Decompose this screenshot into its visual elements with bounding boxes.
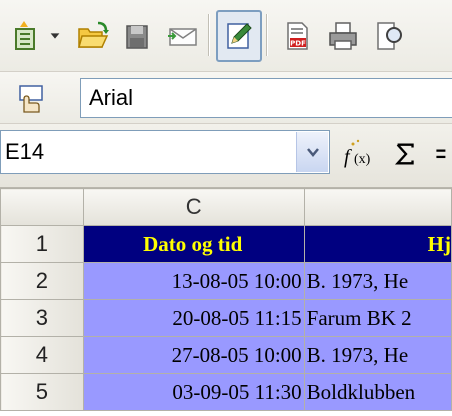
name-box[interactable]: E14 bbox=[0, 130, 330, 174]
function-button[interactable] bbox=[428, 134, 452, 174]
print-button[interactable] bbox=[320, 10, 366, 62]
sheet-table: C 1 Dato og tid Hj 2 13-08-05 10:00 B. 1… bbox=[0, 188, 452, 411]
sum-button[interactable] bbox=[386, 134, 426, 174]
save-button[interactable] bbox=[114, 10, 160, 62]
styles-button[interactable] bbox=[6, 74, 56, 122]
column-header-row: C bbox=[0, 188, 452, 226]
new-dropdown-button[interactable] bbox=[42, 10, 68, 62]
cell-c1[interactable]: Dato og tid bbox=[82, 225, 305, 263]
table-row: 2 13-08-05 10:00 B. 1973, He bbox=[0, 262, 452, 300]
email-icon bbox=[168, 28, 197, 46]
column-header-d[interactable] bbox=[303, 188, 452, 226]
cell-d1[interactable]: Hj bbox=[303, 225, 452, 263]
open-folder-icon bbox=[78, 21, 109, 48]
svg-text:PDF: PDF bbox=[290, 40, 306, 48]
edit-file-icon bbox=[227, 23, 252, 49]
print-icon bbox=[329, 22, 357, 50]
function-fx-icon: f (x) bbox=[344, 139, 371, 168]
email-button[interactable] bbox=[160, 10, 206, 62]
row-header-1[interactable]: 1 bbox=[0, 225, 84, 263]
table-row: 4 27-08-05 10:00 B. 1973, He bbox=[0, 336, 452, 374]
spreadsheet-grid: C 1 Dato og tid Hj 2 13-08-05 10:00 B. 1… bbox=[0, 188, 452, 416]
print-preview-button[interactable] bbox=[366, 10, 412, 62]
row-header-4[interactable]: 4 bbox=[0, 336, 84, 374]
save-icon bbox=[126, 25, 148, 49]
cell-d5[interactable]: Boldklubben bbox=[303, 373, 452, 411]
function-wizard-button[interactable]: f (x) bbox=[336, 134, 384, 174]
sigma-sum-icon bbox=[394, 143, 414, 165]
table-row: 3 20-08-05 11:15 Farum BK 2 bbox=[0, 299, 452, 337]
chevron-down-icon bbox=[50, 33, 60, 39]
font-name-value: Arial bbox=[89, 85, 134, 110]
cell-c3[interactable]: 20-08-05 11:15 bbox=[82, 299, 305, 337]
cell-c5[interactable]: 03-09-05 11:30 bbox=[82, 373, 305, 411]
name-box-dropdown[interactable] bbox=[296, 132, 328, 172]
formatting-toolbar: Arial bbox=[0, 72, 452, 124]
new-document-icon bbox=[15, 21, 35, 50]
table-row: 1 Dato og tid Hj bbox=[0, 225, 452, 263]
cell-d2[interactable]: B. 1973, He bbox=[303, 262, 452, 300]
open-button[interactable] bbox=[70, 10, 116, 62]
font-name-select[interactable]: Arial bbox=[80, 78, 452, 118]
column-header-c[interactable]: C bbox=[82, 188, 305, 226]
svg-text:f: f bbox=[344, 146, 352, 168]
cell-reference: E14 bbox=[5, 139, 45, 164]
chevron-down-icon bbox=[306, 148, 319, 157]
cell-c4[interactable]: 27-08-05 10:00 bbox=[82, 336, 305, 374]
export-pdf-button[interactable]: PDF bbox=[274, 10, 320, 62]
select-all-corner[interactable] bbox=[0, 188, 84, 226]
print-preview-icon bbox=[377, 22, 402, 50]
export-pdf-icon: PDF bbox=[287, 22, 308, 50]
cell-d4[interactable]: B. 1973, He bbox=[303, 336, 452, 374]
toolbar-separator bbox=[208, 14, 210, 56]
cell-d3[interactable]: Farum BK 2 bbox=[303, 299, 452, 337]
equals-icon bbox=[436, 149, 446, 159]
row-header-2[interactable]: 2 bbox=[0, 262, 84, 300]
standard-toolbar: PDF bbox=[0, 0, 452, 72]
styles-hand-icon bbox=[19, 85, 43, 113]
row-header-5[interactable]: 5 bbox=[0, 373, 84, 411]
edit-file-button[interactable] bbox=[216, 10, 262, 62]
toolbar-separator bbox=[266, 14, 268, 56]
row-header-3[interactable]: 3 bbox=[0, 299, 84, 337]
svg-text:(x): (x) bbox=[354, 152, 371, 167]
cell-c2[interactable]: 13-08-05 10:00 bbox=[82, 262, 305, 300]
table-row: 5 03-09-05 11:30 Boldklubben bbox=[0, 373, 452, 411]
formula-bar: E14 f (x) bbox=[0, 124, 452, 188]
